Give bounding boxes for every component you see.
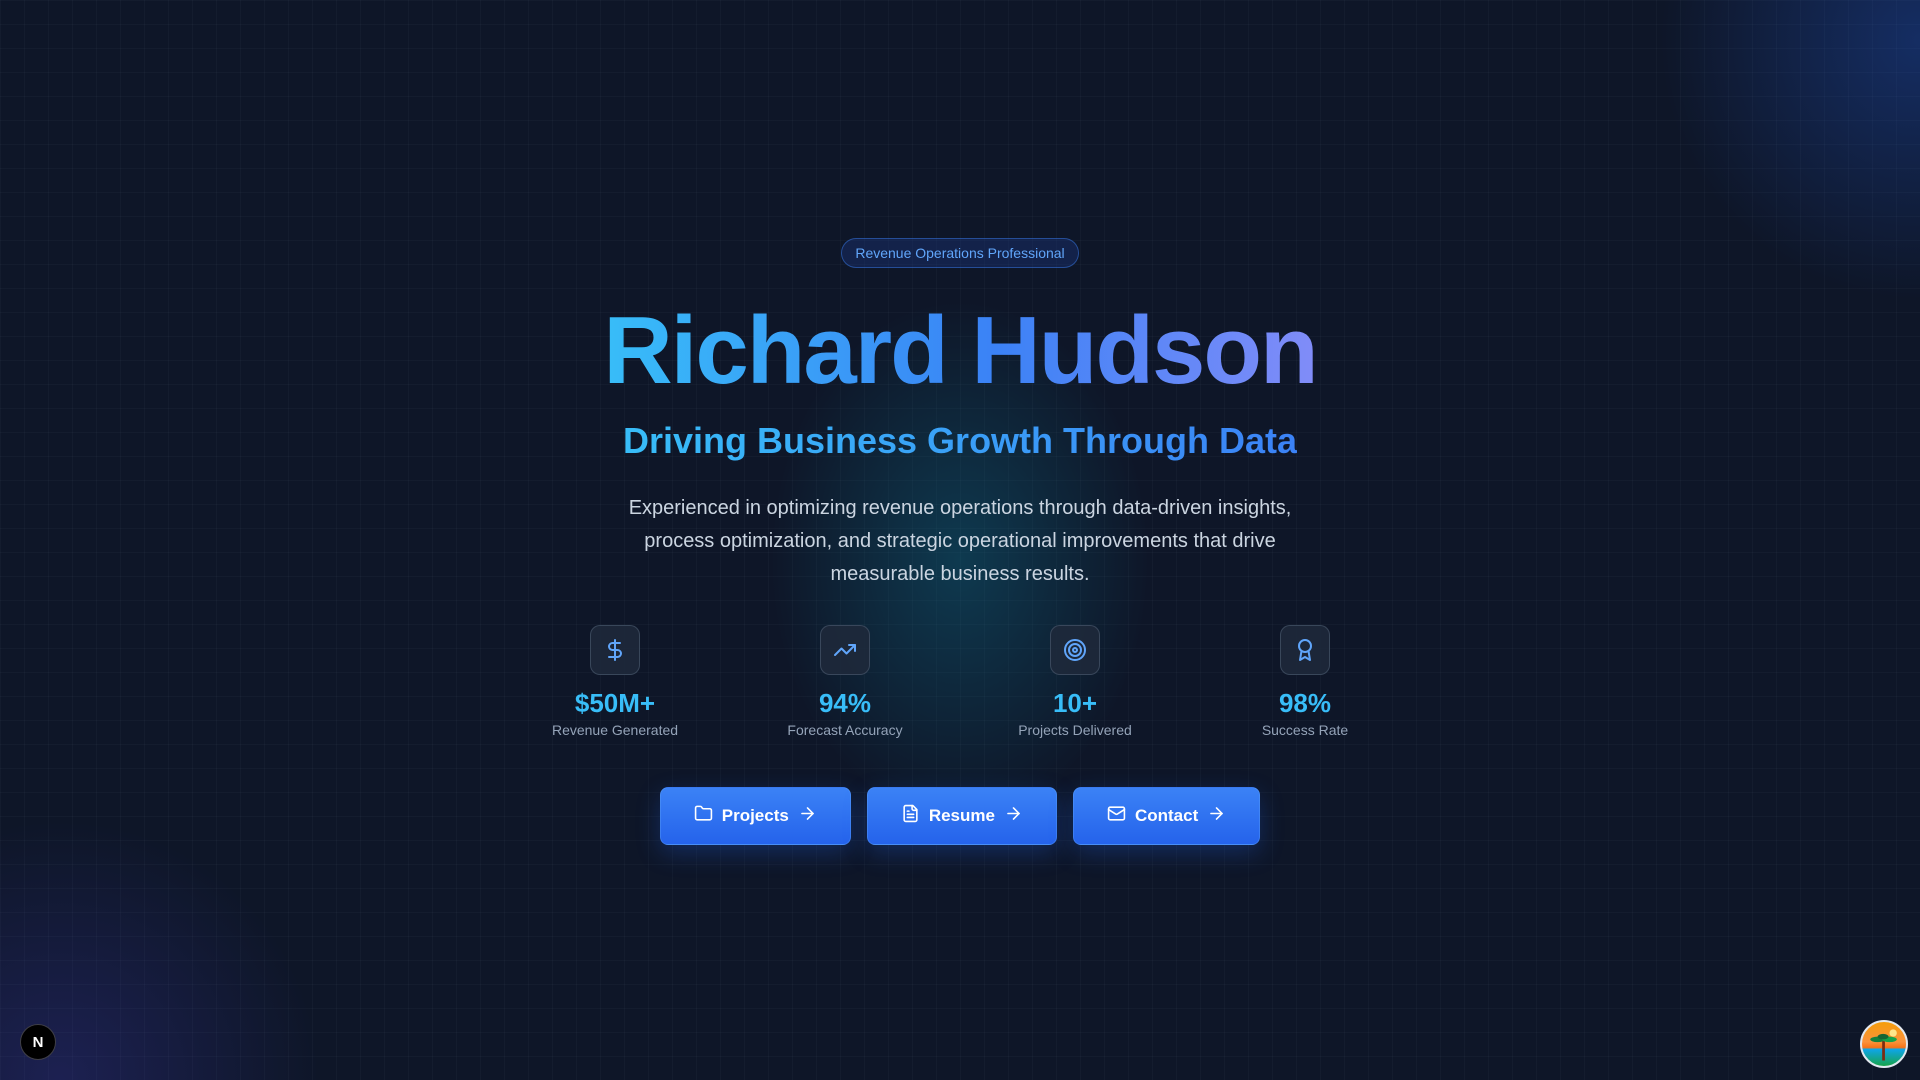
target-icon bbox=[1050, 625, 1100, 675]
contact-button-label: Contact bbox=[1134, 806, 1199, 825]
stat-value: 98% bbox=[1278, 688, 1332, 718]
avatar[interactable] bbox=[1860, 1020, 1908, 1068]
hero-name: Richard Hudson bbox=[603, 297, 1318, 404]
hero-description: Experienced in optimizing revenue operat… bbox=[628, 497, 1292, 585]
contact-button[interactable]: Contact bbox=[1072, 787, 1261, 845]
folder-icon bbox=[694, 804, 713, 828]
stat-success-rate: 98% Success Rate bbox=[1190, 625, 1420, 739]
resume-button[interactable]: Resume bbox=[866, 787, 1057, 845]
arrow-right-icon bbox=[1207, 804, 1226, 828]
award-icon bbox=[1280, 625, 1330, 675]
trending-up-icon bbox=[820, 625, 870, 675]
mail-icon bbox=[1107, 804, 1126, 828]
stats-row: $50M+ Revenue Generated 94% Forecast Acc… bbox=[500, 625, 1420, 739]
stat-projects-delivered: 10+ Projects Delivered bbox=[960, 625, 1190, 739]
stat-label: Projects Delivered bbox=[1018, 722, 1132, 738]
role-badge: Revenue Operations Professional bbox=[841, 238, 1079, 268]
page: Revenue Operations Professional Richard … bbox=[0, 0, 1920, 1080]
palm-tree-icon bbox=[1870, 1029, 1897, 1061]
stat-value: $50M+ bbox=[574, 688, 656, 718]
hero-section: Revenue Operations Professional Richard … bbox=[0, 0, 1920, 845]
hero-tagline: Driving Business Growth Through Data bbox=[622, 420, 1298, 461]
stat-label: Revenue Generated bbox=[551, 722, 679, 738]
cta-buttons: Projects Resume Contact bbox=[659, 787, 1261, 845]
stat-value: 10+ bbox=[1052, 688, 1098, 718]
dollar-sign-icon bbox=[590, 625, 640, 675]
nextjs-logo-icon: N bbox=[32, 1033, 44, 1051]
resume-button-label: Resume bbox=[928, 806, 995, 825]
arrow-right-icon bbox=[798, 804, 817, 828]
stat-label: Success Rate bbox=[1261, 722, 1349, 738]
stat-forecast-accuracy: 94% Forecast Accuracy bbox=[730, 625, 960, 739]
stat-label: Forecast Accuracy bbox=[787, 722, 903, 738]
stat-revenue-generated: $50M+ Revenue Generated bbox=[500, 625, 730, 739]
projects-button[interactable]: Projects bbox=[659, 787, 851, 845]
dev-indicator-button[interactable]: N bbox=[20, 1024, 56, 1060]
arrow-right-icon bbox=[1004, 804, 1023, 828]
stat-value: 94% bbox=[818, 688, 872, 718]
projects-button-label: Projects bbox=[721, 806, 789, 825]
file-text-icon bbox=[901, 804, 920, 828]
